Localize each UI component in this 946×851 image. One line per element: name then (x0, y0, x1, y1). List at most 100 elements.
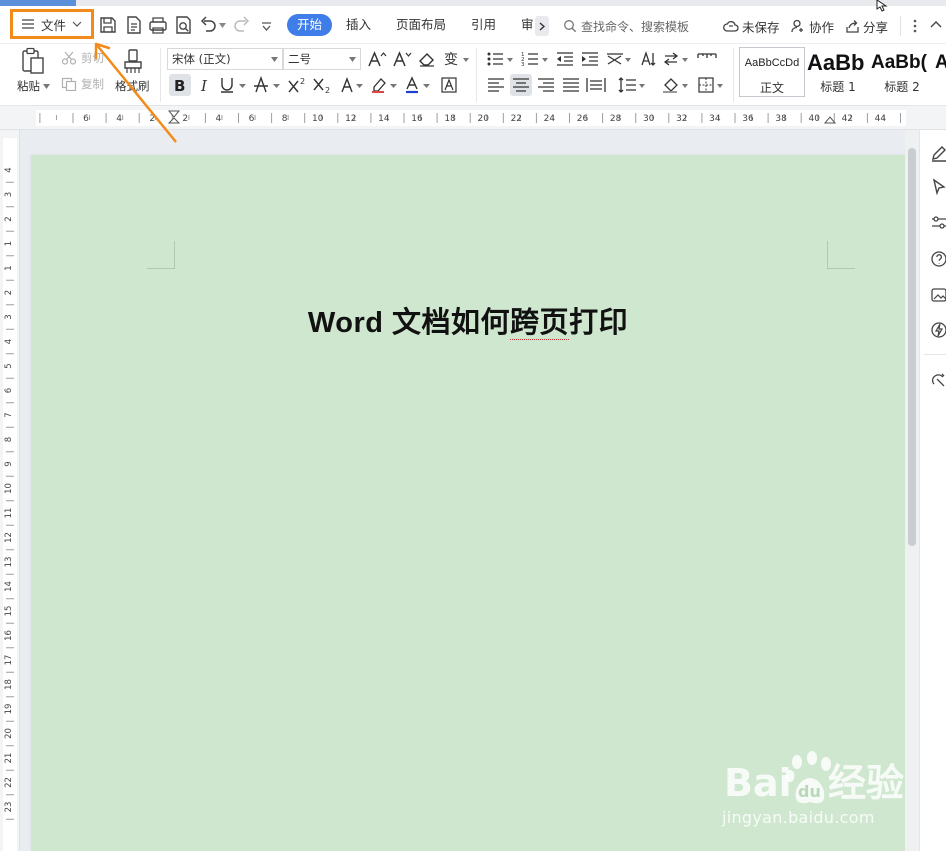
document-canvas[interactable]: Word 文档如何跨页打印 (20, 130, 905, 851)
unsaved-button[interactable]: 未保存 (723, 16, 780, 36)
collaborate-button[interactable]: 协作 (791, 16, 834, 36)
command-search[interactable]: 查找命令、搜索模板 (563, 16, 689, 36)
align-center-button[interactable] (510, 74, 532, 96)
bullet-list-button[interactable] (486, 49, 516, 69)
tab-insert[interactable]: 插入 (342, 14, 375, 36)
ruler-label: 6 (249, 114, 255, 124)
decrease-indent-button[interactable] (555, 49, 575, 69)
style-normal[interactable]: AaBbCcDd 正文 (739, 47, 805, 97)
ruler-label: 11 (4, 508, 14, 519)
copy-button[interactable]: 复制 (61, 76, 104, 92)
title-main: 文档如何 (392, 305, 511, 339)
ruler-label: 32 (676, 114, 687, 124)
ruler-label: 13 (4, 557, 14, 568)
ruler-label: 4 (216, 114, 222, 124)
print-icon[interactable] (148, 15, 168, 35)
style-heading-3[interactable]: A (934, 47, 946, 97)
cloud-icon (723, 20, 739, 32)
vertical-ruler[interactable]: 4 3 2 1 1 2 3 4 5 6 7 8 9 10 11 12 13 14 15 16 17 18 19 20 21 22 2… (0, 130, 20, 851)
subscript-button[interactable]: 2 (312, 75, 334, 95)
share-label: 分享 (863, 19, 889, 35)
chevron-down-icon (72, 21, 82, 27)
side-panel-divider (924, 354, 946, 355)
distributed-align-button[interactable] (586, 75, 606, 95)
horizontal-ruler[interactable]: 6 4 2 2 4 6 8 10 12 14 16 18 20 22 24 26 28 30 32 34 36 38 40 4… (0, 106, 946, 130)
undo-icon[interactable] (198, 15, 218, 35)
cut-button[interactable]: 剪切 (61, 50, 104, 66)
line-spacing-button[interactable] (618, 75, 648, 95)
vertical-scrollbar[interactable] (905, 130, 919, 851)
tab-home[interactable]: 开始 (287, 14, 333, 36)
svg-text:B: B (174, 77, 185, 93)
ruler-label: 42 (842, 114, 853, 124)
ruler-label: 17 (4, 655, 14, 666)
collapse-ribbon-icon[interactable] (930, 20, 942, 28)
font-color-button[interactable] (404, 75, 434, 95)
document-title[interactable]: Word 文档如何跨页打印 (31, 299, 905, 341)
ruler-label: 14 (378, 114, 390, 124)
collaborate-label: 协作 (809, 19, 835, 35)
ruler-label: 22 (4, 777, 14, 788)
scrollbar-thumb[interactable] (908, 148, 916, 546)
gallery-icon[interactable] (930, 286, 946, 304)
justify-button[interactable] (561, 75, 581, 95)
bold-button[interactable]: B (169, 74, 191, 96)
font-size-select[interactable]: 二号 (283, 48, 361, 70)
clear-formatting-icon[interactable] (417, 49, 437, 69)
more-options-icon[interactable] (912, 18, 918, 34)
pen-edit-icon[interactable] (930, 144, 946, 162)
increase-font-size-icon[interactable] (367, 49, 387, 69)
tab-page-layout[interactable]: 页面布局 (392, 14, 450, 36)
align-left-button[interactable] (486, 75, 506, 95)
shading-button[interactable] (662, 75, 692, 95)
help-icon[interactable] (930, 250, 946, 268)
undo-dropdown-icon[interactable] (219, 23, 226, 28)
style-heading-2[interactable]: AaBb( 标题 2 (870, 47, 934, 97)
file-menu-label: 文件 (41, 17, 67, 33)
font-name-select[interactable]: 宋体 (正文) (167, 48, 283, 70)
decrease-font-size-icon[interactable] (392, 49, 412, 69)
settings-sliders-icon[interactable] (930, 214, 946, 232)
paste-icon[interactable] (20, 47, 46, 75)
style-heading-1[interactable]: AaBb 标题 1 (806, 47, 870, 97)
chinese-layout-button[interactable] (605, 49, 633, 69)
numbered-list-button[interactable]: 123 (521, 49, 551, 69)
font-size-value: 二号 (288, 52, 311, 66)
redo-icon[interactable] (232, 15, 252, 35)
align-right-button[interactable] (536, 75, 556, 95)
svg-text:I: I (200, 77, 208, 93)
format-painter-icon[interactable] (121, 48, 145, 76)
export-pdf-icon[interactable] (123, 15, 143, 35)
ribbon-divider (160, 48, 161, 102)
ruler-label: 38 (775, 114, 787, 124)
show-hide-marks-button[interactable] (696, 49, 718, 69)
tab-references[interactable]: 引用 (467, 14, 500, 36)
collaborate-icon (791, 19, 803, 33)
highlight-button[interactable] (370, 75, 400, 95)
increase-indent-button[interactable] (580, 49, 600, 69)
tabs-scroll-right-button[interactable] (535, 16, 549, 36)
paste-button[interactable]: 粘贴 (17, 78, 50, 94)
ruler-label: 18 (444, 114, 456, 124)
save-icon[interactable] (98, 15, 118, 35)
sort-button[interactable] (663, 49, 691, 69)
character-border-button[interactable] (439, 75, 459, 95)
superscript-button[interactable]: 2 (287, 75, 309, 95)
underline-button[interactable] (219, 75, 249, 95)
share-button[interactable]: 分享 (845, 16, 888, 36)
print-preview-icon[interactable] (173, 15, 193, 35)
text-effect-button[interactable] (340, 75, 366, 95)
text-direction-button[interactable] (638, 49, 658, 69)
borders-button[interactable] (697, 75, 727, 95)
quick-access-more-icon[interactable] (261, 22, 272, 31)
select-cursor-icon[interactable] (930, 178, 946, 196)
phonetic-guide-icon[interactable]: 变 (443, 49, 469, 69)
ribbon-divider (476, 48, 477, 102)
strikethrough-button[interactable] (253, 75, 283, 95)
file-menu-button[interactable]: 文件 (10, 9, 94, 39)
ruler-label: 30 (643, 114, 655, 124)
tools-icon[interactable] (930, 370, 946, 388)
lightning-icon[interactable] (930, 321, 946, 339)
italic-button[interactable]: I (195, 75, 215, 95)
document-page[interactable]: Word 文档如何跨页打印 (31, 155, 905, 851)
